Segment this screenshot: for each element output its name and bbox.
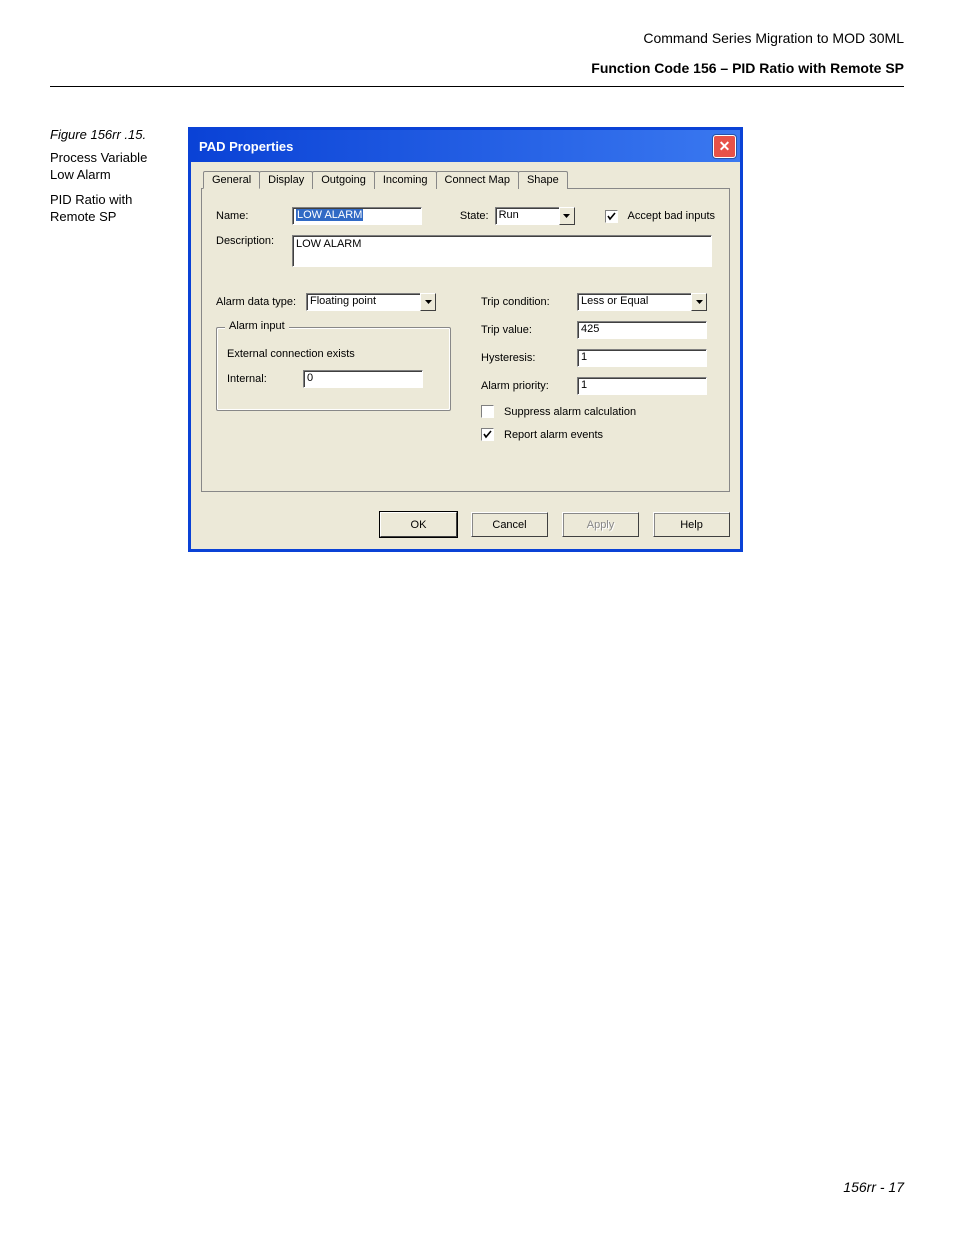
state-dropdown[interactable]: Run	[495, 207, 575, 225]
name-label: Name:	[216, 210, 286, 222]
close-button[interactable]: ✕	[713, 135, 736, 158]
state-value: Run	[495, 207, 559, 225]
tab-outgoing[interactable]: Outgoing	[312, 171, 375, 189]
hysteresis-label: Hysteresis:	[481, 352, 571, 364]
alarm-data-type-value: Floating point	[306, 293, 420, 311]
trip-value-input[interactable]: 425	[577, 321, 707, 339]
figure-caption-line1: Process Variable Low Alarm	[50, 150, 170, 184]
accept-bad-inputs-checkbox[interactable]	[605, 210, 618, 223]
description-label: Description:	[216, 235, 286, 247]
header-divider	[50, 86, 904, 87]
tab-connect-map[interactable]: Connect Map	[436, 171, 519, 189]
window-title: PAD Properties	[199, 139, 713, 154]
alarm-priority-input[interactable]: 1	[577, 377, 707, 395]
accept-bad-inputs-label: Accept bad inputs	[628, 210, 715, 222]
trip-condition-label: Trip condition:	[481, 296, 571, 308]
close-icon: ✕	[719, 139, 731, 153]
ok-button[interactable]: OK	[380, 512, 457, 537]
alarm-input-group-title: Alarm input	[225, 320, 289, 332]
doc-title: Command Series Migration to MOD 30ML	[50, 30, 904, 46]
tab-strip: General Display Outgoing Incoming Connec…	[201, 170, 730, 188]
alarm-data-type-label: Alarm data type:	[216, 296, 300, 308]
tab-panel-general: Name: LOW ALARM State: Run Accept bad in…	[201, 188, 730, 492]
pad-properties-dialog: PAD Properties ✕ General Display Outgoin…	[188, 127, 743, 552]
alarm-data-type-dropdown[interactable]: Floating point	[306, 293, 436, 311]
figure-caption-number: Figure 156rr .15.	[50, 127, 170, 142]
trip-condition-dropdown[interactable]: Less or Equal	[577, 293, 707, 311]
chevron-down-icon	[691, 293, 707, 311]
suppress-label: Suppress alarm calculation	[504, 406, 636, 418]
tab-incoming[interactable]: Incoming	[374, 171, 437, 189]
tab-general[interactable]: General	[203, 171, 260, 189]
report-events-label: Report alarm events	[504, 429, 603, 441]
report-events-checkbox[interactable]	[481, 428, 494, 441]
help-button[interactable]: Help	[653, 512, 730, 537]
tab-shape[interactable]: Shape	[518, 171, 568, 189]
name-input[interactable]: LOW ALARM	[292, 207, 422, 225]
hysteresis-input[interactable]: 1	[577, 349, 707, 367]
state-label: State:	[460, 210, 489, 222]
chevron-down-icon	[420, 293, 436, 311]
tab-display[interactable]: Display	[259, 171, 313, 189]
external-connection-note: External connection exists	[227, 348, 355, 360]
figure-caption-line2: PID Ratio with Remote SP	[50, 192, 170, 226]
suppress-checkbox[interactable]	[481, 405, 494, 418]
alarm-input-group: Alarm input External connection exists I…	[216, 327, 451, 411]
alarm-priority-label: Alarm priority:	[481, 380, 571, 392]
titlebar[interactable]: PAD Properties ✕	[191, 130, 740, 162]
description-input[interactable]: LOW ALARM	[292, 235, 712, 267]
page-footer: 156rr - 17	[843, 1179, 904, 1195]
trip-condition-value: Less or Equal	[577, 293, 691, 311]
trip-value-label: Trip value:	[481, 324, 571, 336]
internal-input[interactable]: 0	[303, 370, 423, 388]
chevron-down-icon	[559, 207, 575, 225]
apply-button[interactable]: Apply	[562, 512, 639, 537]
dialog-button-row: OK Cancel Apply Help	[191, 500, 740, 549]
section-title: Function Code 156 – PID Ratio with Remot…	[50, 60, 904, 76]
internal-label: Internal:	[227, 373, 297, 385]
cancel-button[interactable]: Cancel	[471, 512, 548, 537]
